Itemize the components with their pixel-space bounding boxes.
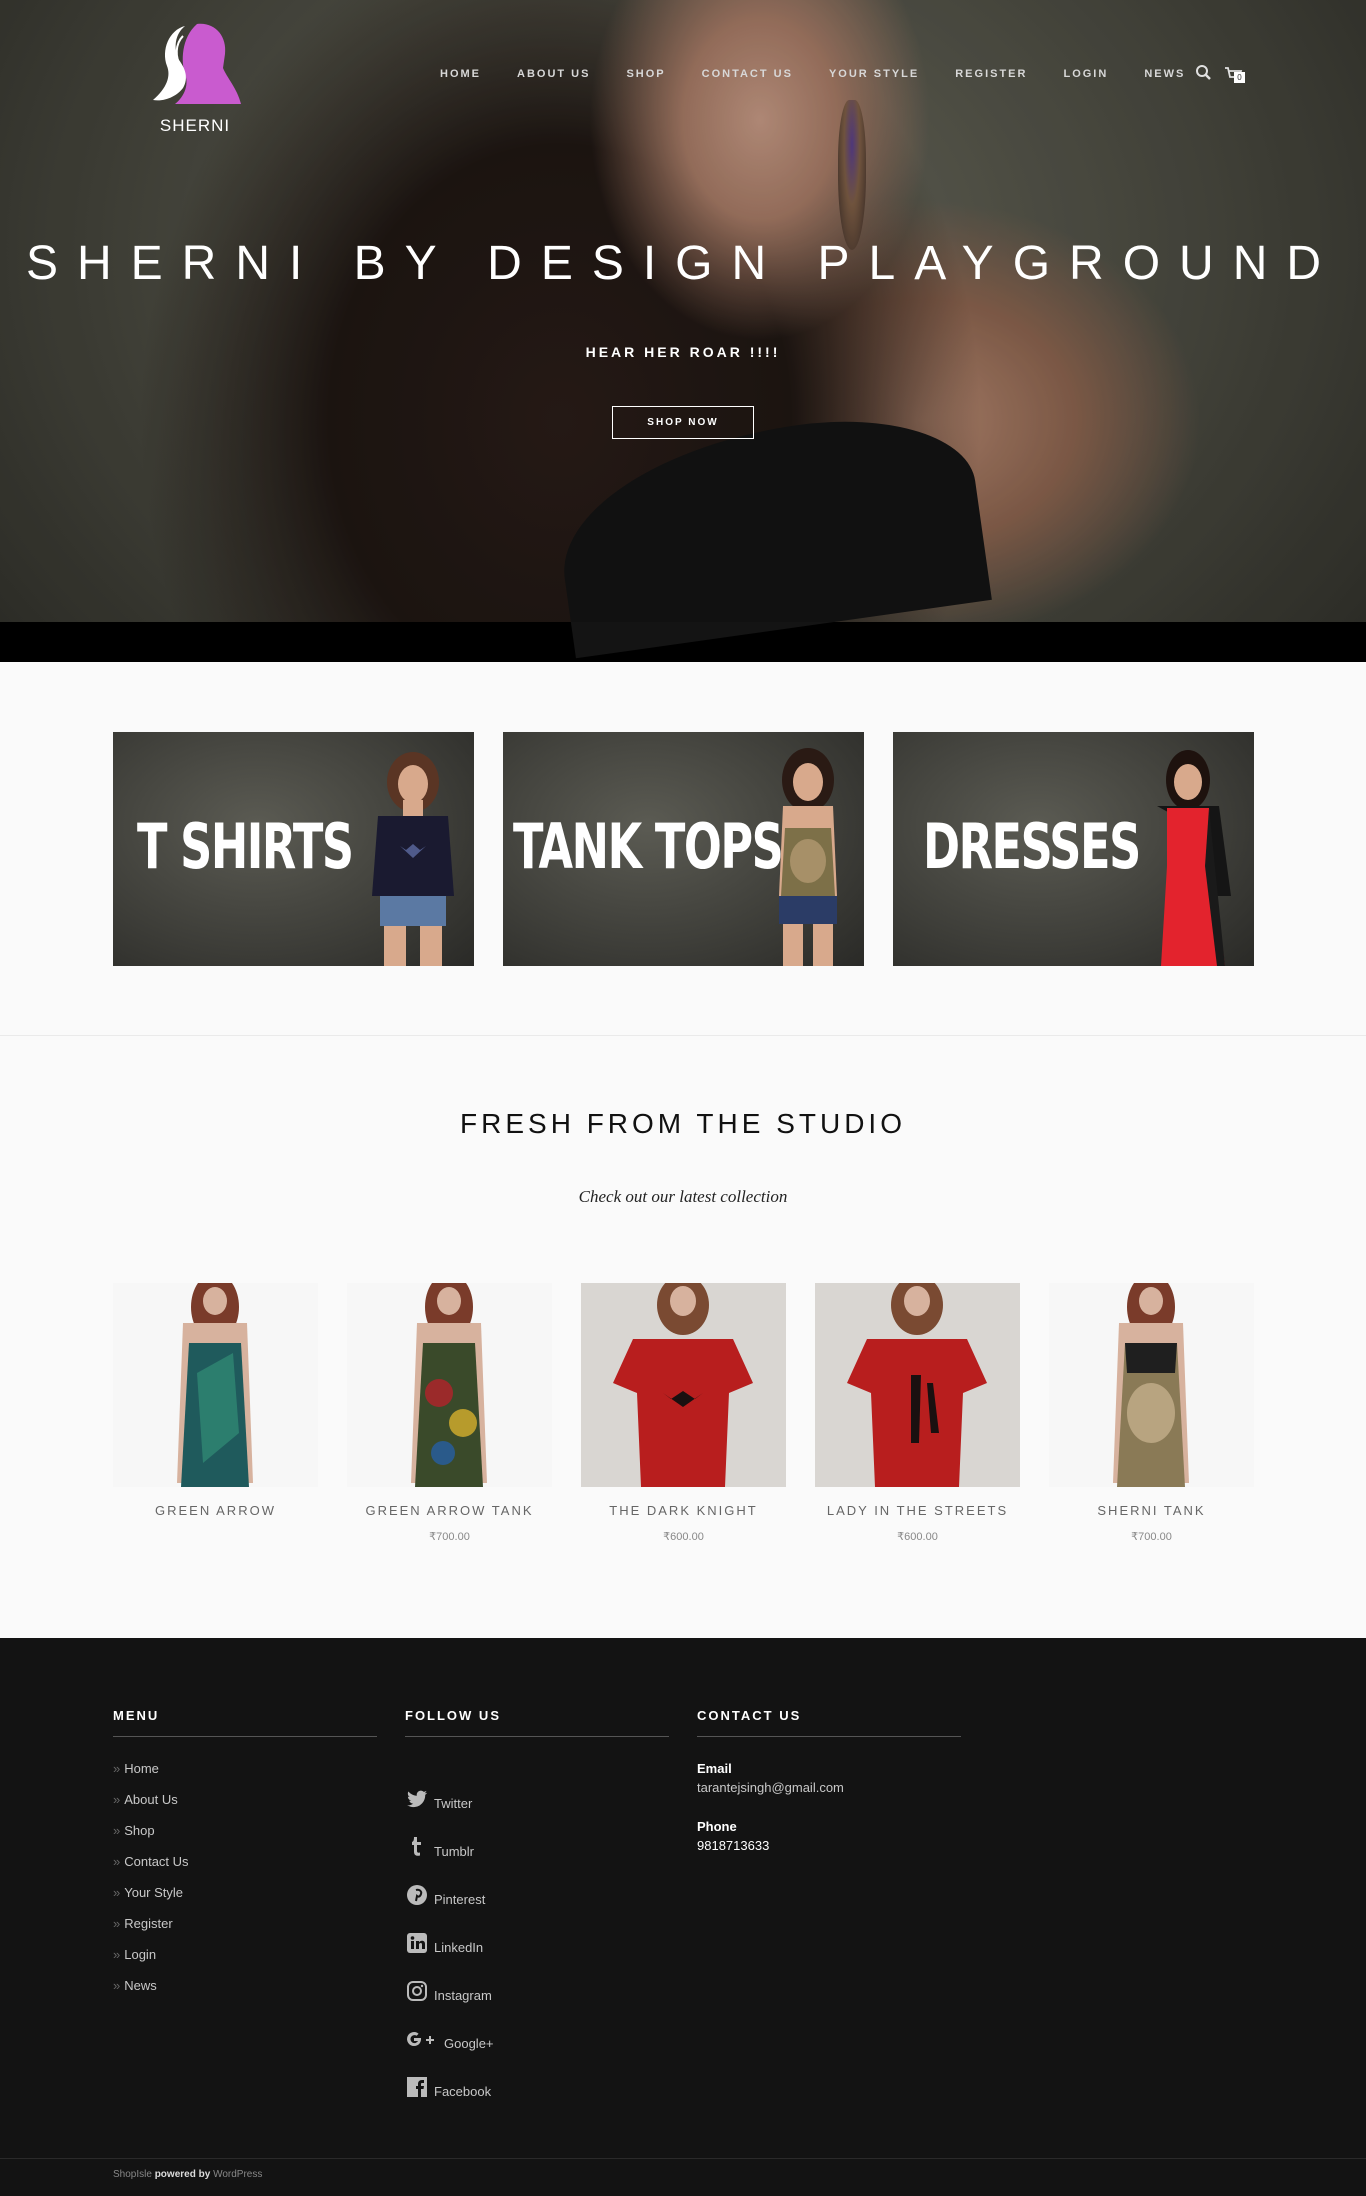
theme-credit-link[interactable]: ShopIsle (113, 2169, 152, 2180)
model-image (1157, 750, 1231, 966)
product-price: ₹700.00 (429, 1531, 470, 1543)
hero-title: SHERNI BY DESIGN PLAYGROUND (25, 237, 1341, 290)
main-nav: HOME ABOUT US SHOP CONTACT US YOUR STYLE… (440, 66, 1221, 86)
category-tshirts[interactable]: T SHIRTS (113, 732, 474, 966)
footer-link-about-us[interactable]: » About Us (113, 1792, 377, 1823)
nav-contact-us[interactable]: CONTACT US (702, 66, 793, 86)
product-image (347, 1283, 552, 1487)
product-image (815, 1283, 1020, 1487)
nav-register[interactable]: REGISTER (955, 66, 1027, 86)
product-name: LADY IN THE STREETS (826, 1503, 1009, 1518)
social-link-linkedin[interactable]: LinkedIn (405, 1907, 669, 1955)
social-link-pinterest[interactable]: Pinterest (405, 1859, 669, 1907)
tumblr-icon (412, 1837, 421, 1856)
social-link-tumblr[interactable]: Tumblr (405, 1811, 669, 1859)
page: SHERNI HOME ABOUT US SHOP CONTACT US YOU… (0, 0, 1366, 2196)
social-link-facebook[interactable]: Facebook (405, 2051, 669, 2099)
facebook-icon (407, 2077, 427, 2097)
search-icon[interactable] (1193, 62, 1215, 84)
product-image (1049, 1283, 1254, 1487)
email-link[interactable]: tarantejsingh@gmail.com (697, 1780, 961, 1795)
section-title: FRESH FROM THE STUDIO (460, 1108, 906, 1139)
footer-link-login[interactable]: » Login (113, 1947, 377, 1978)
product-card[interactable]: GREEN ARROW (113, 1283, 318, 1530)
footer-link-news[interactable]: » News (113, 1978, 377, 2009)
footer-follow-title: FOLLOW US (405, 1708, 669, 1737)
footer-follow: FOLLOW US Twitter Tumblr Pinterest Linke… (405, 1708, 669, 2099)
nav-news[interactable]: NEWS (1144, 66, 1185, 86)
pinterest-icon (407, 1885, 427, 1905)
product-image (113, 1283, 318, 1487)
social-link-twitter[interactable]: Twitter (405, 1763, 669, 1811)
nav-your-style[interactable]: YOUR STYLE (829, 66, 919, 86)
tank-top-image (411, 1283, 487, 1487)
product-price: ₹700.00 (1131, 1531, 1172, 1543)
phone-number: 9818713633 (697, 1838, 770, 1853)
footer-link-contact-us[interactable]: » Contact Us (113, 1854, 377, 1885)
footer-contact: CONTACT US Email tarantejsingh@gmail.com… (697, 1708, 961, 1853)
nav-shop[interactable]: SHOP (626, 66, 665, 86)
site-footer: MENU » Home » About Us » Shop » Contact Us »… (0, 1638, 1366, 2196)
product-card[interactable]: LADY IN THE STREETS ₹600.00 (815, 1283, 1020, 1543)
product-name: GREEN ARROW (155, 1503, 276, 1518)
platform-credit-link[interactable]: WordPress (213, 2169, 262, 2180)
category-label: DRESSES (923, 810, 1141, 883)
category-label: T SHIRTS (137, 810, 354, 883)
model-image (372, 752, 454, 966)
tshirt-image (847, 1283, 987, 1487)
shop-now-button[interactable]: SHOP NOW (612, 406, 754, 439)
footer-menu: MENU » Home » About Us » Shop » Contact Us »… (113, 1708, 377, 2009)
product-name: GREEN ARROW TANK (365, 1503, 534, 1518)
footer-menu-title: MENU (113, 1708, 377, 1737)
email-label: Email (697, 1761, 732, 1776)
hero-section: SHERNI HOME ABOUT US SHOP CONTACT US YOU… (0, 0, 1366, 662)
footer-menu-list: » Home » About Us » Shop » Contact Us » Your … (113, 1761, 377, 2009)
product-card[interactable]: SHERNI TANK ₹700.00 (1049, 1283, 1254, 1543)
product-price: ₹600.00 (897, 1531, 938, 1543)
model-image (779, 748, 837, 966)
category-label: TANK TOPS (513, 810, 784, 883)
footer-link-register[interactable]: » Register (113, 1916, 377, 1947)
tshirt-image (613, 1283, 753, 1487)
footer-link-shop[interactable]: » Shop (113, 1823, 377, 1854)
hero-subtitle: HEAR HER ROAR !!!! (585, 344, 781, 360)
powered-by-text: powered by (154, 2169, 211, 2180)
twitter-icon (407, 1790, 428, 1808)
product-card[interactable]: GREEN ARROW TANK ₹700.00 (347, 1283, 552, 1543)
section-subtitle: Check out our latest collection (578, 1187, 788, 1206)
site-logo[interactable]: SHERNI (145, 18, 245, 140)
social-link-instagram[interactable]: Instagram (405, 1955, 669, 2003)
product-name: SHERNI TANK (1097, 1503, 1206, 1518)
nav-about-us[interactable]: ABOUT US (517, 66, 590, 86)
google-plus-icon (407, 2032, 434, 2046)
nav-login[interactable]: LOGIN (1063, 66, 1108, 86)
footer-link-your-style[interactable]: » Your Style (113, 1885, 377, 1916)
cart-count-badge: 0 (1234, 72, 1245, 83)
category-dresses[interactable]: DRESSES (893, 732, 1254, 966)
category-banners: T SHIRTS TANK TOPS DRESSES (0, 662, 1366, 1036)
footer-contact-title: CONTACT US (697, 1708, 961, 1737)
logo-mark-icon (153, 23, 241, 104)
tank-top-image (177, 1283, 253, 1487)
phone-label: Phone (697, 1819, 737, 1834)
footer-credits: ShopIsle powered by WordPress (0, 2158, 1366, 2180)
social-list: Twitter Tumblr Pinterest LinkedIn Instag… (405, 1763, 669, 2099)
instagram-icon (407, 1981, 427, 2001)
nav-icons: 0 (1193, 62, 1247, 88)
category-tank-tops[interactable]: TANK TOPS (503, 732, 864, 966)
tank-top-image (1113, 1283, 1189, 1487)
social-link-google-plus[interactable]: Google+ (405, 2003, 669, 2051)
footer-link-home[interactable]: » Home (113, 1761, 377, 1792)
product-price: ₹600.00 (663, 1531, 704, 1543)
linkedin-icon (407, 1933, 427, 1953)
logo-text: SHERNI (159, 116, 231, 135)
product-name: THE DARK KNIGHT (609, 1503, 758, 1518)
cart-button[interactable]: 0 (1221, 62, 1247, 88)
product-image (581, 1283, 786, 1487)
product-card[interactable]: THE DARK KNIGHT ₹600.00 (581, 1283, 786, 1543)
nav-home[interactable]: HOME (440, 66, 481, 86)
